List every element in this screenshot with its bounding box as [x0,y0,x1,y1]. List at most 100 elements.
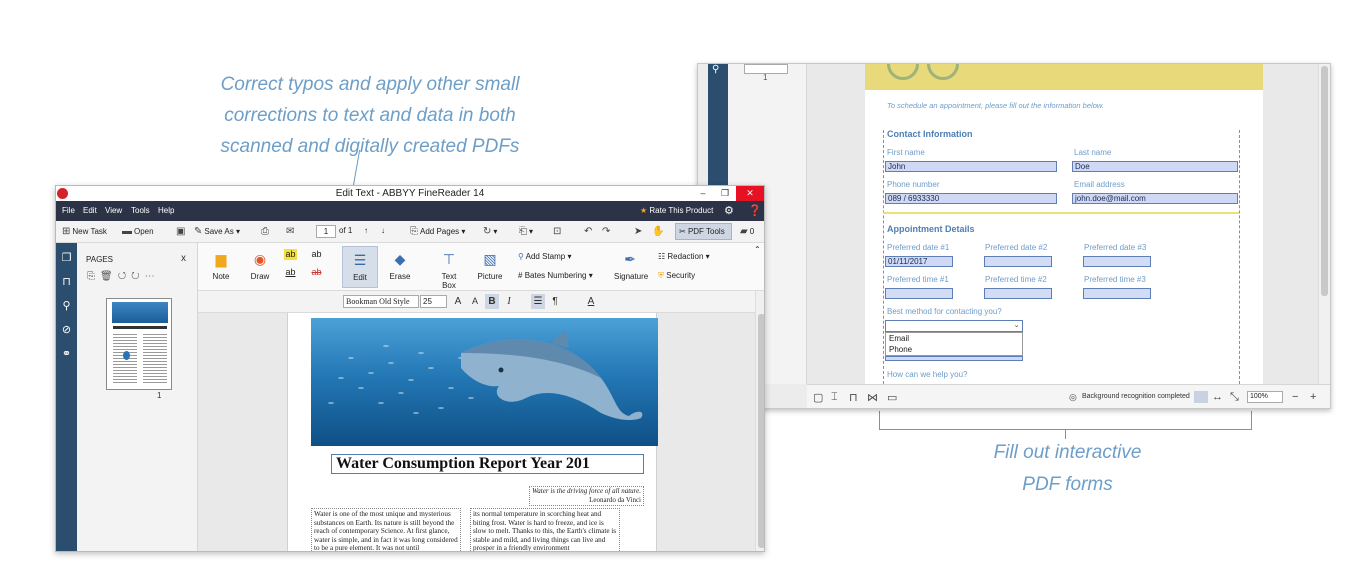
text-column-left[interactable]: Water is one of the most unique and myst… [311,508,461,551]
bold-icon[interactable]: B [485,294,499,309]
close-icon[interactable]: ✕ [736,186,764,201]
rate-product-link[interactable]: ★ Rate This Product [640,206,713,215]
form-scrollbar[interactable] [1318,64,1330,384]
search-icon[interactable]: ⚲ [60,299,73,312]
open-button[interactable]: ▬ Open [122,226,154,237]
paragraph-icon[interactable]: ¶ [548,294,562,309]
date1-field[interactable]: 01/11/2017 [885,256,953,267]
menu-edit[interactable]: Edit [83,206,97,215]
fit-icon[interactable]: ⋈ [867,391,878,404]
scrollbar-thumb[interactable] [758,314,764,548]
save-icon[interactable]: ▣ [176,226,187,237]
add-page-icon[interactable]: ⎘ [87,271,100,282]
close-icon[interactable]: x [181,253,186,264]
first-name-field[interactable]: John [885,161,1057,172]
redo-icon[interactable]: ↷ [602,226,612,237]
bookmark-icon[interactable]: ⊓ [60,275,73,288]
pdf-tools-button[interactable]: ✂ PDF Tools [675,223,732,240]
signature-button[interactable]: ✒ Signature [614,249,648,281]
restore-icon[interactable]: ❐ [714,186,736,201]
bates-numbering-button[interactable]: # Bates Numbering ▾ [518,271,593,280]
italic-icon[interactable]: I [502,294,516,309]
underline-button[interactable]: ab [284,267,297,278]
single-page-icon[interactable]: ▢ [813,391,823,404]
document-scrollbar[interactable] [755,291,764,551]
hand-icon[interactable]: ✋ [652,226,666,237]
dolphin-photo[interactable] [311,318,658,446]
line-spacing-icon[interactable]: ☰ [531,294,545,309]
menu-help[interactable]: Help [158,206,174,215]
new-task-button[interactable]: ⊞ New Task [62,226,107,237]
pin-icon[interactable]: ⚲ [712,64,719,75]
date2-field[interactable] [984,256,1052,267]
print-icon[interactable]: ⎙ [261,226,271,237]
chevron-down-icon[interactable]: ⌄ [1012,321,1021,331]
add-stamp-button[interactable]: ⚲ Add Stamp ▾ [518,252,571,261]
shrink-font-icon[interactable]: A [468,294,482,309]
signature-panel-icon[interactable]: ⚭ [60,347,73,360]
rotate-right-icon[interactable]: ↻ [131,271,144,282]
text-box-button[interactable]: ⊤ Text Box [434,249,464,290]
security-button[interactable]: ⛨ Security [658,271,695,281]
note-button[interactable]: ▆ Note [210,249,232,281]
underline-squiggly-button[interactable]: ab [310,249,323,260]
undo-icon[interactable]: ↶ [584,226,594,237]
mail-icon[interactable]: ✉ [286,226,296,237]
date3-field[interactable] [1083,256,1151,267]
picture-button[interactable]: ▧ Picture [476,249,504,281]
zoom-in-icon[interactable]: + [1310,391,1316,403]
redaction-button[interactable]: ☷ Redaction ▾ [658,252,710,261]
horizontal-arrows-icon[interactable]: ↔ [1212,391,1223,403]
last-name-field[interactable]: Doe [1072,161,1238,172]
page-number-input[interactable]: 1 [316,225,336,238]
font-color-icon[interactable]: A [584,294,598,309]
attachment-icon[interactable]: ⊘ [60,323,73,336]
compare-icon[interactable]: ⊡ [553,226,563,237]
more-icon[interactable]: ⋯ [145,271,160,282]
font-size-select[interactable]: 25 [420,295,447,308]
zoom-select[interactable]: 100% [1247,391,1283,403]
strikethrough-button[interactable]: ab [310,267,323,278]
pages-icon[interactable]: ❐ [60,251,73,264]
collapse-ribbon-icon[interactable]: ⌃ [754,245,761,254]
gear-icon[interactable]: ⚙ [724,204,734,217]
time2-field[interactable] [984,288,1052,299]
font-select[interactable]: Bookman Old Style [343,295,419,308]
book-icon[interactable]: ⊓ [849,391,858,404]
highlight-button[interactable]: ab [284,249,297,260]
pointer-icon[interactable]: ➤ [634,226,644,237]
help-icon[interactable]: ❓ [748,204,762,217]
menu-tools[interactable]: Tools [131,206,150,215]
delete-icon[interactable]: 🗑 [100,271,118,282]
menu-file[interactable]: File [62,206,75,215]
option-phone[interactable]: Phone [886,344,1022,355]
comment-icon[interactable]: ▭ [887,391,897,404]
expand-icon[interactable]: ⤡ [1230,391,1239,404]
zoom-out-icon[interactable]: − [1292,391,1298,403]
save-as-button[interactable]: ✎ Save As ▾ [194,226,240,237]
email-field[interactable]: john.doe@mail.com [1072,193,1238,204]
next-page-icon[interactable]: ↓ [381,226,385,235]
phone-field[interactable]: 089 / 6933330 [885,193,1057,204]
edit-button[interactable]: ☰ Edit [342,246,378,288]
add-pages-button[interactable]: ⎘ Add Pages ▾ [410,226,465,237]
comments-button[interactable]: ▰ 0 [740,226,754,237]
rotate-icon[interactable]: ↻ ▾ [483,226,497,237]
page-thumbnail[interactable] [106,298,172,390]
minimize-icon[interactable]: – [692,186,714,201]
recognize-icon[interactable]: ⎗ ▾ [519,226,533,237]
erase-button[interactable]: ◆ Erase [388,249,412,281]
time3-field[interactable] [1083,288,1151,299]
menu-view[interactable]: View [105,206,122,215]
document-quote[interactable]: Water is the driving force of all nature… [529,486,644,506]
draw-button[interactable]: ◉ Draw [248,249,272,281]
contact-method-dropdown[interactable]: ⌄ [885,320,1023,332]
page-width-icon[interactable]: ⌶ [831,391,838,404]
scrollbar-thumb[interactable] [1321,66,1328,296]
document-title[interactable]: Water Consumption Report Year 201 [331,454,644,474]
grow-font-icon[interactable]: A [451,294,465,309]
time1-field[interactable] [885,288,953,299]
rotate-left-icon[interactable]: ↺ [118,271,131,282]
fit-width-icon[interactable] [1194,391,1208,403]
prev-page-icon[interactable]: ↑ [364,226,368,235]
